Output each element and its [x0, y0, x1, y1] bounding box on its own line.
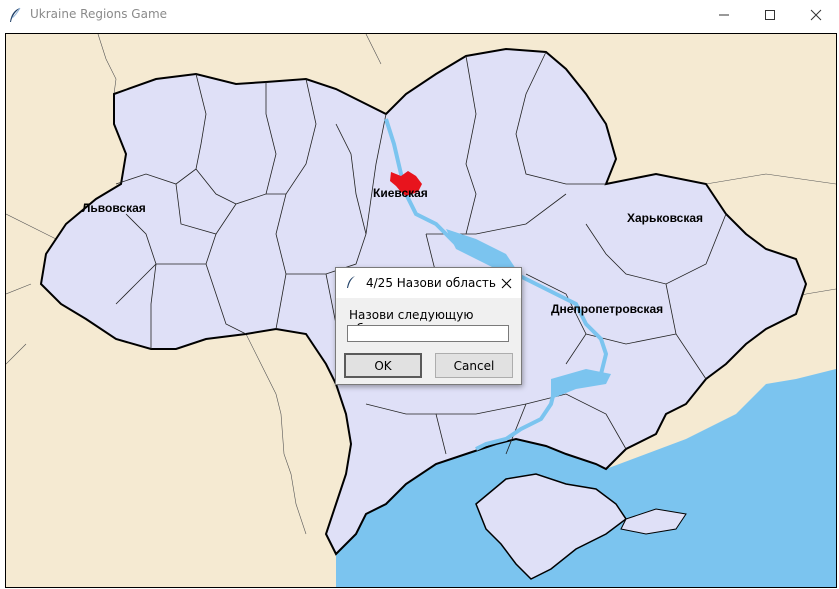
dialog-close-button[interactable] — [491, 268, 521, 298]
region-label-kharkiv: Харьковская — [627, 211, 703, 225]
region-label-lviv: Львовская — [82, 201, 146, 215]
ok-button[interactable]: OK — [344, 353, 422, 378]
region-answer-input[interactable] — [347, 325, 509, 342]
feather-icon — [10, 7, 21, 22]
window-titlebar[interactable]: Ukraine Regions Game — [0, 0, 839, 30]
dialog-titlebar[interactable]: 4/25 Назови область — [336, 268, 521, 298]
maximize-icon — [765, 10, 775, 20]
minimize-button[interactable] — [701, 0, 747, 30]
cancel-button[interactable]: Cancel — [435, 353, 513, 378]
close-icon — [501, 278, 511, 288]
region-label-kyiv: Киевская — [373, 186, 428, 200]
region-label-dnipro: Днепропетровская — [551, 302, 664, 316]
feather-icon — [347, 276, 355, 288]
close-button[interactable] — [793, 0, 839, 30]
region-question-dialog[interactable]: 4/25 Назови область Назови следующую обл… — [335, 267, 522, 385]
window-title: Ukraine Regions Game — [30, 7, 168, 21]
maximize-button[interactable] — [747, 0, 793, 30]
close-icon — [810, 9, 822, 21]
dialog-title: 4/25 Назови область — [366, 276, 496, 290]
minimize-icon — [719, 14, 729, 16]
